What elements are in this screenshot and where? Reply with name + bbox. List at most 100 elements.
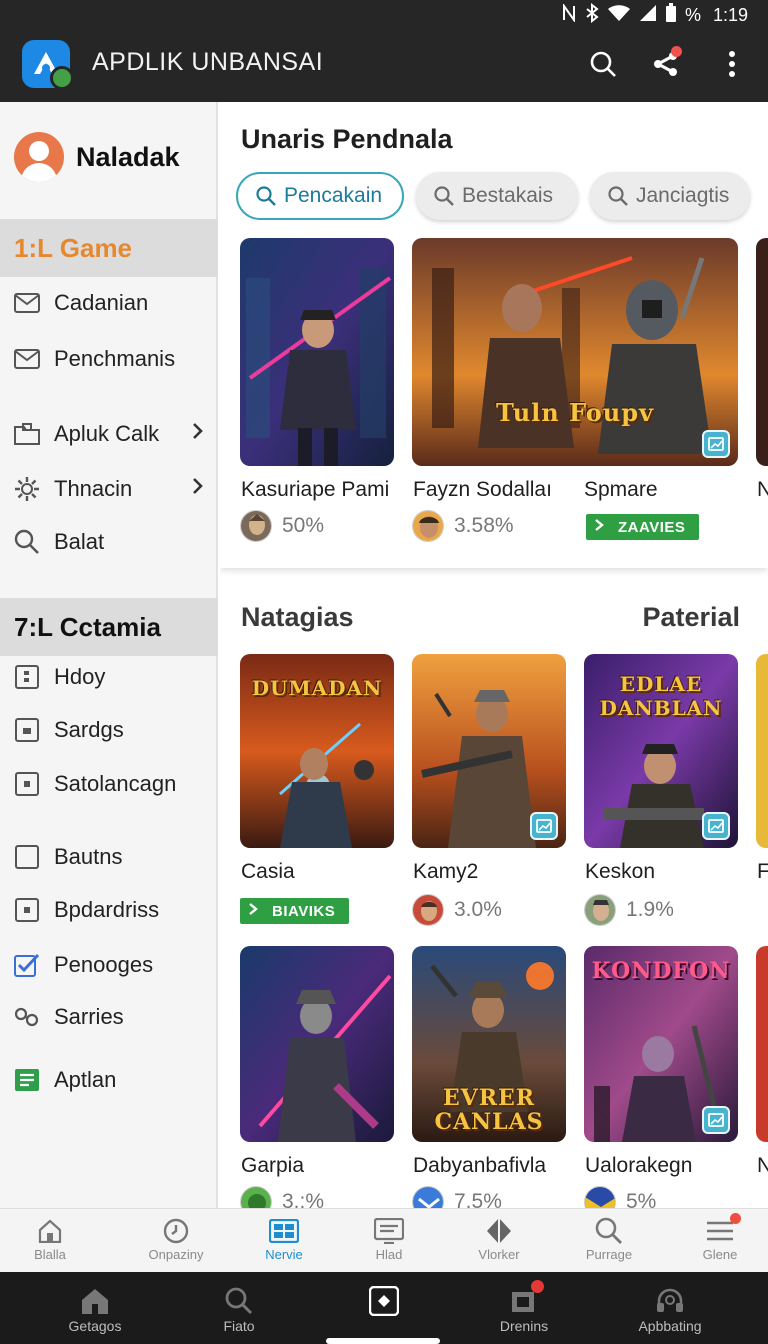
checked-box-icon <box>13 951 41 979</box>
status-badge: BIAVIKS <box>240 898 350 924</box>
box-icon <box>13 716 41 744</box>
tab-blalla[interactable]: Blalla <box>10 1209 90 1273</box>
creator-avatar <box>584 894 616 926</box>
sidebar-item-thnacin[interactable]: Thnacin <box>0 466 218 512</box>
game-title: Fayzn Sodallaı <box>413 478 552 501</box>
image-badge-icon <box>530 812 558 840</box>
sidebar-item-aptlan[interactable]: Aptlan <box>0 1057 218 1103</box>
home-indicator[interactable] <box>326 1338 440 1344</box>
sidebar-item-label: Aptlan <box>54 1067 117 1092</box>
game-thumbnail: KONDFON <box>584 946 738 1142</box>
bottom-tab-bar: Blalla Onpaziny Nervie Hlad Vlorker Purr… <box>0 1208 768 1272</box>
tab-label: Blalla <box>34 1247 66 1262</box>
game-thumbnail <box>756 238 768 466</box>
menu-icon <box>705 1213 741 1245</box>
chip-label: Pencakain <box>284 184 383 207</box>
game-rating: 1.9% <box>626 898 674 921</box>
notification-dot <box>730 1213 741 1224</box>
sidebar-item-balat[interactable]: Balat <box>0 519 218 565</box>
sidebar-section-header-cctamia[interactable]: 7:L Cctamia <box>0 598 218 656</box>
sidebar-item-satolancagn[interactable]: Satolancagn <box>0 761 218 807</box>
tab-label: Purrage <box>585 1247 633 1262</box>
game-title: N <box>757 1154 768 1177</box>
sidebar-item-penchmanis[interactable]: Penchmanis <box>0 336 218 382</box>
sidebar-section-header-game[interactable]: 1:L Game <box>0 219 218 277</box>
box-icon <box>13 663 41 691</box>
search-button[interactable] <box>583 44 623 84</box>
chip-pencakain[interactable]: Pencakain <box>236 172 404 220</box>
tab-hlad[interactable]: Hlad <box>349 1209 429 1273</box>
game-meta: 3.58% <box>412 510 514 542</box>
game-title[interactable]: Spmare <box>584 478 658 502</box>
sidebar-item-hdoy[interactable]: Hdoy <box>0 654 218 700</box>
search-icon <box>225 1286 253 1316</box>
chip-bestakais[interactable]: Bestakais <box>416 172 578 220</box>
folder-icon <box>13 420 41 448</box>
sidebar-item-apluk-calk[interactable]: Apluk Calk <box>0 411 218 457</box>
nav-fiato[interactable]: Fiato <box>184 1272 294 1344</box>
thumbnail-art-text: KONDFON <box>591 958 731 984</box>
tab-glene[interactable]: Glene <box>680 1209 760 1273</box>
status-time: 1:19 <box>712 5 748 25</box>
battery-icon <box>665 3 677 28</box>
search-icon <box>590 51 616 77</box>
nav-center-button[interactable] <box>329 1272 439 1344</box>
nav-getagos[interactable]: Getagos <box>40 1272 150 1344</box>
creator-avatar <box>412 510 444 542</box>
sidebar-item-penooges[interactable]: Penooges <box>0 942 218 988</box>
sidebar-item-label: Apluk Calk <box>54 421 160 446</box>
sidebar-item-label: Sardgs <box>54 717 124 742</box>
tab-label: Nervie <box>265 1247 303 1262</box>
list-icon <box>13 1066 41 1094</box>
app-logo-icon[interactable] <box>22 40 74 90</box>
nav-drenins[interactable]: Drenins <box>469 1272 579 1344</box>
search-icon <box>608 186 628 206</box>
status-icons: % 1:19 <box>561 2 748 28</box>
sidebar-item-sardgs[interactable]: Sardgs <box>0 707 218 753</box>
tab-purrage[interactable]: Purrage <box>569 1209 649 1273</box>
gear-icon <box>13 475 41 503</box>
profile-name: Naladak <box>76 142 180 172</box>
game-meta: 1.9% <box>584 894 674 926</box>
game-title: Dabyanbafivla <box>413 1154 547 1177</box>
game-title: Kasuriape Pami <box>241 478 390 501</box>
folder-icon <box>510 1280 544 1316</box>
status-badge: ZAAVIES <box>586 514 700 540</box>
sidebar-item-cadanian[interactable]: Cadanian <box>0 280 218 326</box>
search-icon <box>13 528 41 556</box>
more-options-button[interactable] <box>712 44 752 84</box>
section-title: Natagias <box>241 602 354 632</box>
sidebar-item-bautns[interactable]: Bautns <box>0 834 218 880</box>
sidebar-item-sarries[interactable]: Sarries <box>0 994 218 1040</box>
tab-onpaziny[interactable]: Onpaziny <box>136 1209 216 1273</box>
battery-text: % <box>684 5 701 25</box>
tab-nervie[interactable]: Nervie <box>244 1209 324 1273</box>
system-nav-bar: Getagos Fiato Drenins Apbbating <box>0 1272 768 1344</box>
nav-label: Getagos <box>68 1318 122 1334</box>
game-thumbnail: Tuln Foupv <box>412 238 738 466</box>
sidebar-item-label: Sarries <box>54 1004 124 1029</box>
status-bar: % 1:19 <box>0 0 768 28</box>
share-button[interactable] <box>646 44 686 84</box>
sidebar-item-bpdardriss[interactable]: Bpdardriss <box>0 887 218 933</box>
nav-apbbating[interactable]: Apbbating <box>615 1272 725 1344</box>
tab-vlorker[interactable]: Vlorker <box>459 1209 539 1273</box>
status-badge-label: ZAAVIES <box>618 518 686 536</box>
tab-label: Vlorker <box>478 1247 520 1262</box>
section-link[interactable]: Paterial <box>642 602 740 633</box>
chip-label: Bestakais <box>462 184 554 207</box>
thumbnail-art-text: DUMADAN <box>251 676 383 700</box>
game-rating: 3.:% <box>282 1190 325 1208</box>
chevron-right-icon <box>192 422 204 445</box>
game-rating: 7.5% <box>454 1190 502 1208</box>
game-meta: 5% <box>584 1186 656 1208</box>
sidebar: Naladak 1:L Game Cadanian Penchmanis Apl… <box>0 102 218 1208</box>
game-thumbnail: EVRER CANLAS <box>412 946 566 1142</box>
box-icon <box>13 896 41 924</box>
signal-icon <box>639 4 657 27</box>
game-thumbnail: DUMADAN <box>240 654 394 848</box>
profile[interactable]: Naladak <box>0 102 218 214</box>
game-meta: 7.5% <box>412 1186 502 1208</box>
chip-janciagtis[interactable]: Janciagtis <box>590 172 750 220</box>
image-badge-icon <box>702 430 730 458</box>
